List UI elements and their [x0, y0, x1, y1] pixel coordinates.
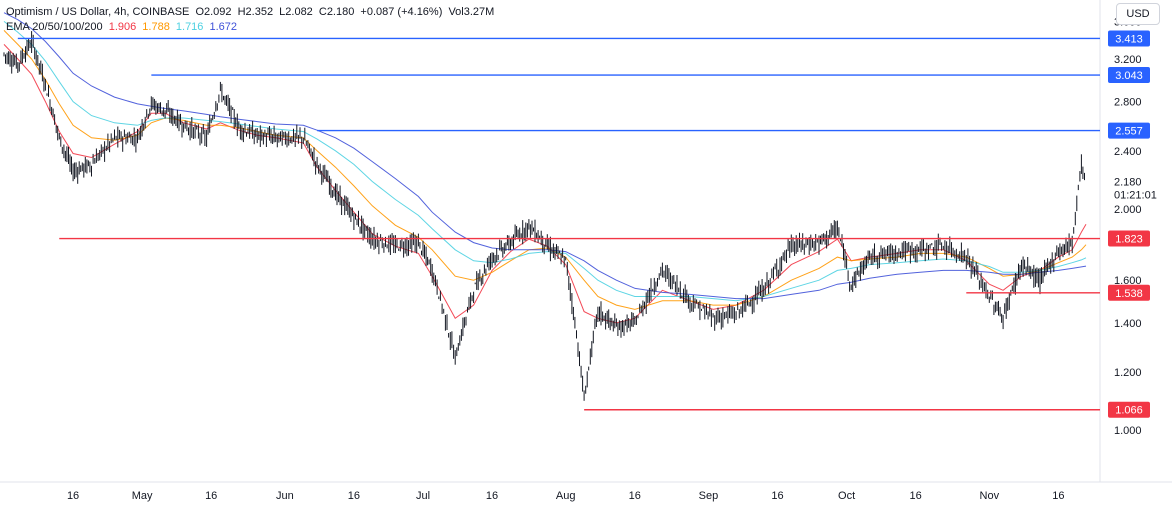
x-tick-label: Sep [699, 490, 719, 502]
ema100-value: 1.716 [175, 21, 204, 33]
level-label: 1.538 [1115, 288, 1143, 300]
y-tick-label: 1.400 [1114, 318, 1142, 330]
close-value: C2.180 [318, 6, 355, 18]
countdown-label: 01:21:01 [1114, 189, 1157, 201]
x-tick-label: 16 [771, 490, 783, 502]
level-label: 3.043 [1115, 70, 1143, 82]
x-tick-label: Jul [416, 490, 430, 502]
x-tick-label: 16 [486, 490, 498, 502]
x-tick-label: Oct [838, 490, 855, 502]
x-tick-label: Jun [276, 490, 294, 502]
y-tick-label: 1.200 [1114, 367, 1142, 379]
ohlc-row: Optimism / US Dollar, 4h, COINBASE O2.09… [6, 5, 497, 20]
change-value: +0.087 (+4.16%) [360, 6, 443, 18]
ema-label[interactable]: EMA 20/50/100/200 [6, 21, 103, 33]
level-label: 1.823 [1115, 234, 1143, 246]
x-tick-label: 16 [67, 490, 79, 502]
x-tick-label: 16 [629, 490, 641, 502]
x-tick-label: 16 [910, 490, 922, 502]
chart-canvas[interactable]: 1.0001.2001.4001.6002.0002.4002.8003.200… [0, 0, 1172, 506]
symbol-title[interactable]: Optimism / US Dollar, 4h, COINBASE [6, 6, 189, 18]
ema20-line [3, 44, 1087, 324]
x-tick-label: 16 [205, 490, 217, 502]
x-tick-label: Nov [980, 490, 1000, 502]
y-tick-label: 2.000 [1114, 204, 1142, 216]
x-tick-label: May [132, 490, 153, 502]
price-chart[interactable]: 1.000 1.200 1.400 1.600 2.000 2.400 2.800 3.200… [0, 0, 1172, 506]
x-tick-label: Aug [556, 490, 576, 502]
y-tick-label: 2.400 [1114, 146, 1142, 158]
level-label: 1.066 [1115, 405, 1143, 417]
high-value: H2.352 [237, 6, 274, 18]
ema100-line [3, 21, 1087, 302]
ema20-value: 1.906 [108, 21, 137, 33]
level-label: 3.413 [1115, 33, 1143, 45]
volume-value: Vol3.27M [448, 6, 495, 18]
y-tick-label: 3.200 [1114, 54, 1142, 66]
low-value: L2.082 [279, 6, 313, 18]
ema-row: EMA 20/50/100/200 1.906 1.788 1.716 1.67… [6, 20, 497, 35]
level-label: 2.557 [1115, 126, 1143, 138]
ema200-value: 1.672 [209, 21, 238, 33]
currency-button[interactable]: USD [1116, 3, 1160, 25]
last-price-label: 2.180 [1114, 176, 1142, 188]
ema50-value: 1.788 [142, 21, 170, 33]
price-candles [3, 31, 1085, 401]
y-tick-label: 2.800 [1114, 97, 1142, 109]
y-tick-label: 1.000 [1114, 425, 1142, 437]
x-tick-label: 16 [1052, 490, 1064, 502]
open-value: O2.092 [195, 6, 232, 18]
x-tick-label: 16 [348, 490, 360, 502]
chart-header: Optimism / US Dollar, 4h, COINBASE O2.09… [6, 5, 497, 35]
ema50-line [3, 30, 1087, 310]
ema200-line [3, 12, 1087, 300]
